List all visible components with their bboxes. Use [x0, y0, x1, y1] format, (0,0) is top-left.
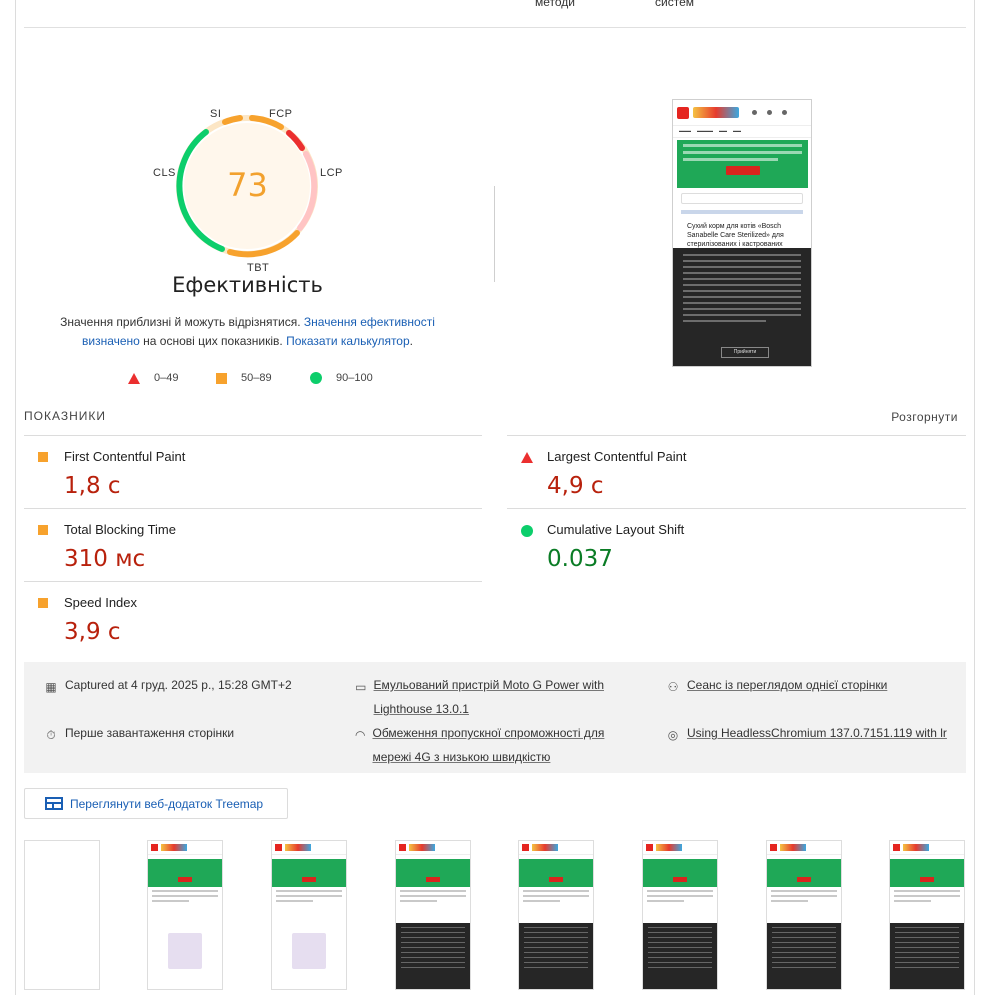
divider [24, 27, 966, 28]
filmstrip-frame [395, 840, 471, 990]
vertical-separator [494, 186, 495, 282]
metric-value: 4,9 с [547, 473, 604, 499]
disclaimer-text: на основі цих показників. [139, 334, 287, 348]
info-device[interactable]: ▭ Емульований пристрій Moto G Power with… [355, 678, 645, 721]
info-throttling[interactable]: ◠ Обмеження пропускної спроможності для … [355, 726, 645, 769]
screenshot-breadcrumb [681, 210, 803, 214]
metric-value: 310 мс [64, 546, 146, 572]
calendar-icon: ▦ [45, 680, 57, 694]
disclaimer: Значення приблизні й можуть відрізнятися… [50, 313, 445, 351]
laptop-icon: ▭ [355, 680, 367, 694]
legend-average-label: 50–89 [241, 372, 272, 384]
screenshot-product-title: Сухий корм для котів «Bosch Sanabelle Ca… [687, 223, 784, 248]
logo [693, 107, 739, 118]
average-square-icon [38, 525, 48, 535]
menu-icon [677, 106, 689, 119]
treemap-label: Переглянути веб-додаток Treemap [70, 796, 264, 811]
filmstrip-frame [518, 840, 594, 990]
metrics-header: ПОКАЗНИКИ [24, 409, 106, 423]
fail-triangle-icon [521, 452, 533, 463]
screenshot-cookie-overlay: Прийняти [673, 248, 811, 366]
performance-gauge: SI FCP LCP TBT CLS 73 [150, 100, 345, 280]
filmstrip-frame [889, 840, 965, 990]
info-captured: ▦ Captured at 4 груд. 2025 р., 15:28 GMT… [44, 678, 344, 697]
info-captured-text: Captured at 4 груд. 2025 р., 15:28 GMT+2 [65, 678, 292, 692]
pass-circle-icon [521, 525, 533, 537]
gauge-arc-si [222, 115, 243, 125]
info-session-text[interactable]: Сеанс із переглядом однієї сторінки [687, 673, 887, 697]
chrome-icon: ◎ [667, 728, 679, 742]
filmstrip-frame [642, 840, 718, 990]
wifi-icon: ◠ [355, 728, 366, 742]
screenshot-promo-button [725, 166, 760, 175]
metric-value: 0.037 [547, 546, 613, 572]
disclaimer-text: Значення приблизні й можуть відрізнятися… [60, 315, 304, 329]
legend-fail: 0–49 [128, 372, 178, 384]
treemap-icon [45, 797, 63, 810]
info-load-text: Перше завантаження сторінки [65, 726, 235, 740]
filmstrip-frame [271, 840, 347, 990]
screenshot-header [673, 100, 811, 126]
screenshot-search [681, 193, 803, 204]
people-icon: ⚇ [667, 680, 679, 694]
legend-average: 50–89 [216, 372, 272, 384]
legend-pass-label: 90–100 [336, 372, 373, 384]
stopwatch-icon: ⏱ [46, 728, 56, 742]
metric-name: Largest Contentful Paint [547, 449, 687, 464]
filmstrip-frame-blank [24, 840, 100, 990]
info-throttling-text[interactable]: Обмеження пропускної спроможності для ме… [372, 721, 645, 769]
screenshot-promo-banner [677, 140, 808, 188]
legend-fail-label: 0–49 [154, 372, 179, 384]
column-header-methods: методи [535, 0, 576, 9]
circle-icon [310, 372, 322, 384]
metric-name: First Contentful Paint [64, 449, 186, 464]
gauge-title: Ефективність [172, 273, 323, 297]
average-square-icon [38, 452, 48, 462]
location-icon [752, 110, 757, 115]
metric-lcp: Largest Contentful Paint 4,9 с [507, 436, 965, 509]
show-calculator-link[interactable]: Показати калькулятор [286, 334, 410, 348]
triangle-icon [128, 372, 140, 384]
metric-value: 1,8 с [64, 473, 121, 499]
info-session[interactable]: ⚇ Сеанс із переглядом однієї сторінки [666, 678, 956, 697]
expand-toggle[interactable]: Розгорнути [891, 410, 958, 424]
metric-tbt: Total Blocking Time 310 мс [24, 509, 482, 582]
metric-value: 3,9 с [64, 619, 121, 645]
info-browser[interactable]: ◎ Using HeadlessChromium 137.0.7151.119 … [666, 726, 956, 745]
filmstrip-frame [147, 840, 223, 990]
screenshot-accept-button: Прийняти [721, 347, 769, 358]
metric-cls: Cumulative Layout Shift 0.037 [507, 509, 965, 582]
metric-name: Speed Index [64, 595, 138, 610]
phone-icon [767, 110, 772, 115]
average-square-icon [38, 598, 48, 608]
filmstrip-frame [766, 840, 842, 990]
legend-pass: 90–100 [310, 372, 373, 384]
info-load: ⏱ Перше завантаження сторінки [44, 726, 344, 745]
metric-name: Cumulative Layout Shift [547, 522, 685, 537]
info-device-text[interactable]: Емульований пристрій Moto G Power with L… [374, 673, 645, 721]
runtime-info-panel: ▦ Captured at 4 груд. 2025 р., 15:28 GMT… [24, 662, 966, 773]
treemap-button[interactable]: Переглянути веб-додаток Treemap [24, 788, 288, 819]
gauge-label-si[interactable]: SI [210, 108, 221, 120]
metric-si: Speed Index 3,9 с [24, 582, 482, 655]
metric-fcp: First Contentful Paint 1,8 с [24, 436, 482, 509]
metric-name: Total Blocking Time [64, 522, 176, 537]
disclaimer-text: . [409, 334, 413, 348]
info-browser-text[interactable]: Using HeadlessChromium 137.0.7151.119 wi… [687, 726, 947, 745]
screenshot-tabs: ▬▬▬ ▬▬▬▬ ▬▬ ▬▬ [673, 126, 811, 138]
gauge-label-fcp[interactable]: FCP [269, 108, 293, 120]
square-icon [216, 372, 227, 384]
final-screenshot[interactable]: ▬▬▬ ▬▬▬▬ ▬▬ ▬▬ Сухий корм для котів «Bosch … [672, 99, 812, 367]
performance-score: 73 [227, 166, 268, 204]
column-header-systems: систем [655, 0, 694, 9]
cart-icon [782, 110, 787, 115]
